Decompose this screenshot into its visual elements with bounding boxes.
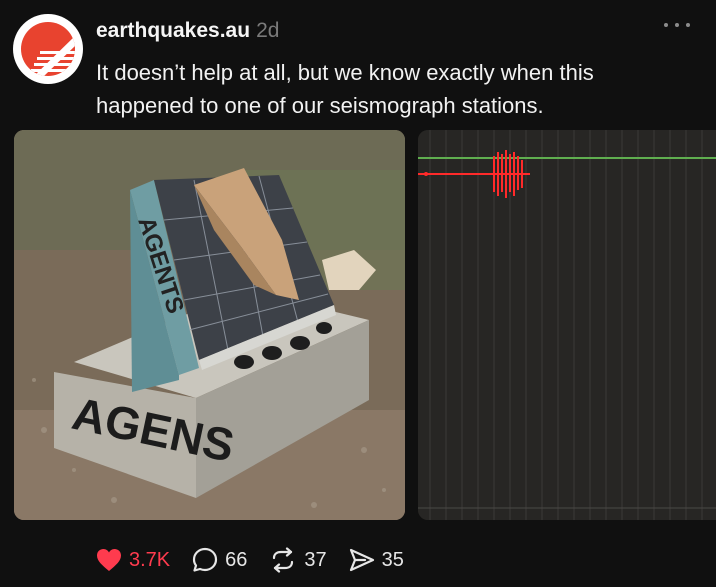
repost-count: 37 — [304, 548, 327, 571]
seismograph-image[interactable] — [418, 130, 716, 520]
username[interactable]: earthquakes.au — [96, 18, 250, 44]
comment-count: 66 — [225, 548, 248, 571]
post-actions: 3.7K 66 37 35 — [96, 543, 426, 577]
earthquakes-au-logo-icon — [21, 22, 75, 76]
more-dot — [686, 23, 690, 27]
thread-post: earthquakes.au 2d It doesn’t help at all… — [0, 0, 716, 587]
post-header: earthquakes.au 2d — [96, 18, 279, 44]
like-count: 3.7K — [129, 548, 171, 571]
post-caption: It doesn’t help at all, but we know exac… — [96, 60, 594, 118]
comment-button[interactable]: 66 — [192, 547, 247, 573]
more-options-icon[interactable] — [664, 18, 690, 32]
share-button[interactable]: 35 — [349, 548, 404, 572]
station-photo[interactable]: AGENS AGENTS — [14, 130, 405, 520]
station-photo-image: AGENS AGENTS — [14, 130, 405, 520]
avatar[interactable] — [13, 14, 83, 84]
post-time: 2d — [256, 19, 280, 42]
more-dot — [675, 23, 679, 27]
repost-icon — [273, 547, 294, 573]
comment-icon — [193, 547, 218, 572]
share-count: 35 — [381, 548, 404, 571]
seismograph-trace — [418, 130, 716, 520]
heart-icon — [97, 549, 121, 571]
send-icon — [349, 548, 374, 572]
repost-button[interactable]: 37 — [269, 547, 327, 573]
more-dot — [664, 23, 668, 27]
like-button[interactable]: 3.7K — [96, 548, 170, 572]
